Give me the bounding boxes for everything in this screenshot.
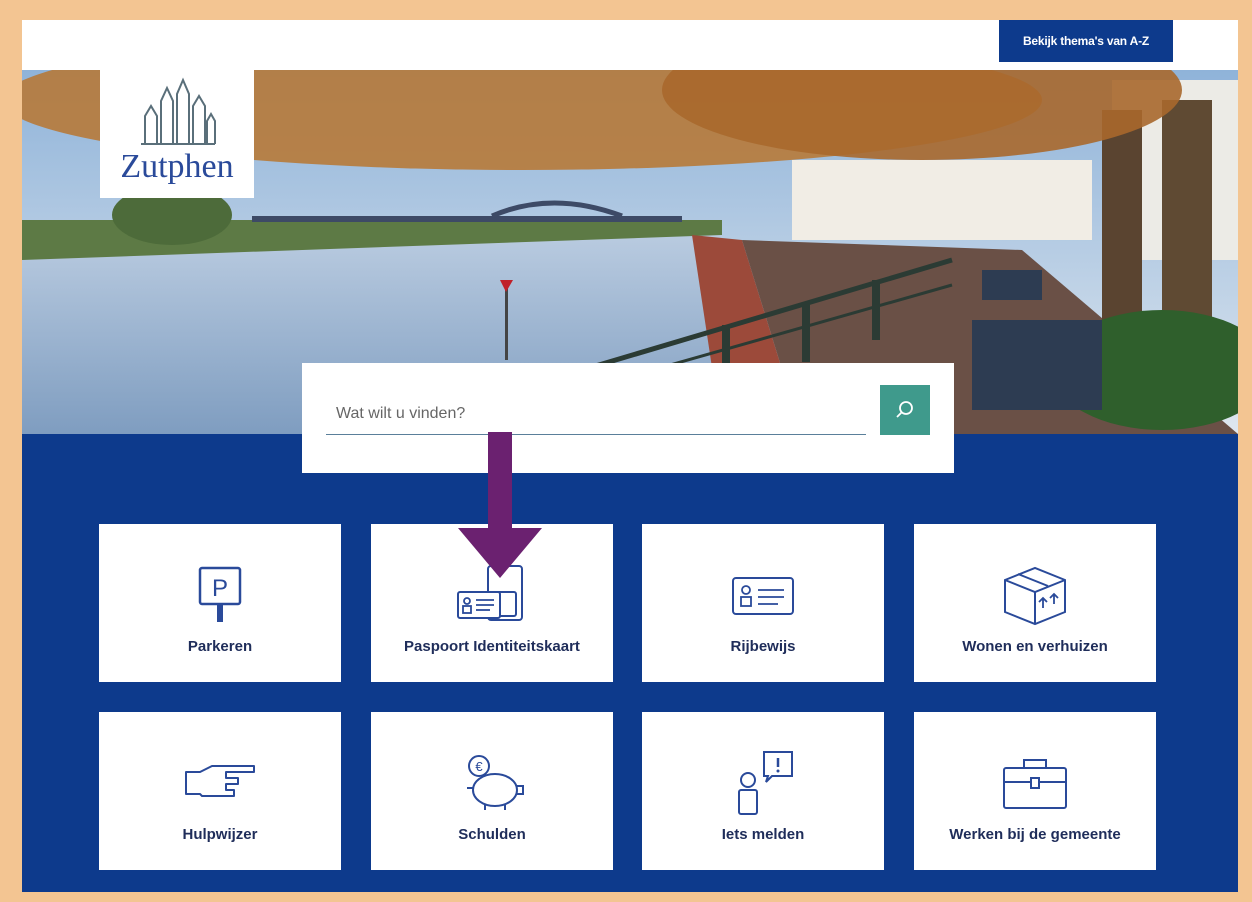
page-frame: Bekijk thema's van A-Z Zutphen Wat wilt … [22, 20, 1238, 892]
pointing-hand-icon [175, 750, 265, 816]
search-icon [896, 401, 913, 418]
search-input[interactable] [326, 393, 866, 435]
tile-label: Paspoort Identiteitskaart [404, 638, 580, 655]
tile-label: Iets melden [721, 826, 805, 843]
piggy-bank-icon: € [447, 750, 537, 816]
id-card-icon [718, 562, 808, 628]
city-skyline-icon [141, 77, 216, 145]
svg-text:P: P [212, 575, 228, 602]
search-card [302, 363, 954, 473]
tile-label: Parkeren [187, 638, 253, 655]
parking-sign-icon: P [175, 562, 265, 628]
search-button[interactable] [880, 385, 930, 435]
tile-hulpwijzer[interactable]: Hulpwijzer [99, 712, 341, 870]
tile-parkeren[interactable]: P Parkeren [99, 524, 341, 682]
tile-label: Schulden [458, 826, 526, 843]
tile-werken-bij-de-gemeente[interactable]: Werken bij de gemeente [914, 712, 1156, 870]
svg-text:€: € [475, 759, 483, 774]
tile-label: Wonen en verhuizen [962, 638, 1108, 655]
tile-iets-melden[interactable]: Iets melden [642, 712, 884, 870]
moving-box-icon [990, 562, 1080, 628]
person-report-icon [718, 750, 808, 816]
tile-rijbewijs[interactable]: Rijbewijs [642, 524, 884, 682]
briefcase-icon [990, 750, 1080, 816]
tile-schulden[interactable]: € Schulden [371, 712, 613, 870]
annotation-arrow-down-icon [458, 432, 542, 578]
top-bar: Bekijk thema's van A-Z [22, 20, 1238, 70]
themes-az-button[interactable]: Bekijk thema's van A-Z [999, 20, 1173, 62]
logo[interactable]: Zutphen [100, 70, 254, 198]
tile-wonen-en-verhuizen[interactable]: Wonen en verhuizen [914, 524, 1156, 682]
tile-label: Werken bij de gemeente [949, 826, 1121, 843]
tile-label: Rijbewijs [730, 638, 796, 655]
tile-label: Hulpwijzer [182, 826, 258, 843]
logo-text: Zutphen [120, 148, 234, 185]
